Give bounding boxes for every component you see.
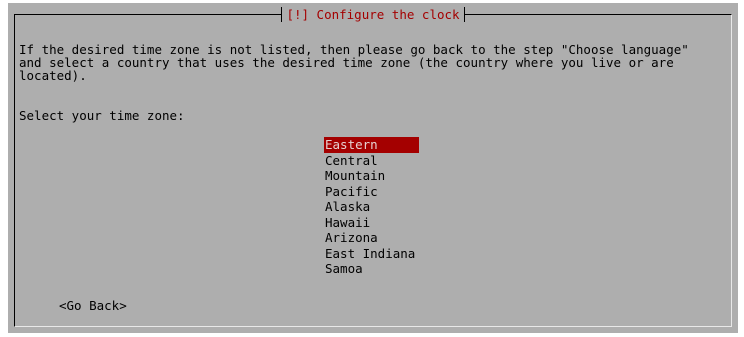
dialog-title: [!] Configure the clock: [281, 7, 465, 22]
timezone-list: Eastern Central Mountain Pacific Alaska …: [324, 137, 419, 277]
timezone-option-samoa[interactable]: Samoa: [324, 261, 419, 277]
timezone-option-hawaii[interactable]: Hawaii: [324, 215, 419, 231]
timezone-option-alaska[interactable]: Alaska: [324, 199, 419, 215]
timezone-prompt: Select your time zone:: [19, 108, 185, 123]
timezone-option-arizona[interactable]: Arizona: [324, 230, 419, 246]
dialog-description: If the desired time zone is not listed, …: [19, 42, 689, 83]
timezone-option-mountain[interactable]: Mountain: [324, 168, 419, 184]
dialog-title-bar: [!] Configure the clock: [8, 7, 738, 22]
go-back-button[interactable]: <Go Back>: [59, 299, 127, 312]
timezone-option-pacific[interactable]: Pacific: [324, 184, 419, 200]
timezone-option-east-indiana[interactable]: East Indiana: [324, 246, 419, 262]
timezone-option-central[interactable]: Central: [324, 153, 419, 169]
installer-dialog: [!] Configure the clock If the desired t…: [8, 3, 738, 333]
timezone-option-eastern[interactable]: Eastern: [324, 137, 419, 153]
